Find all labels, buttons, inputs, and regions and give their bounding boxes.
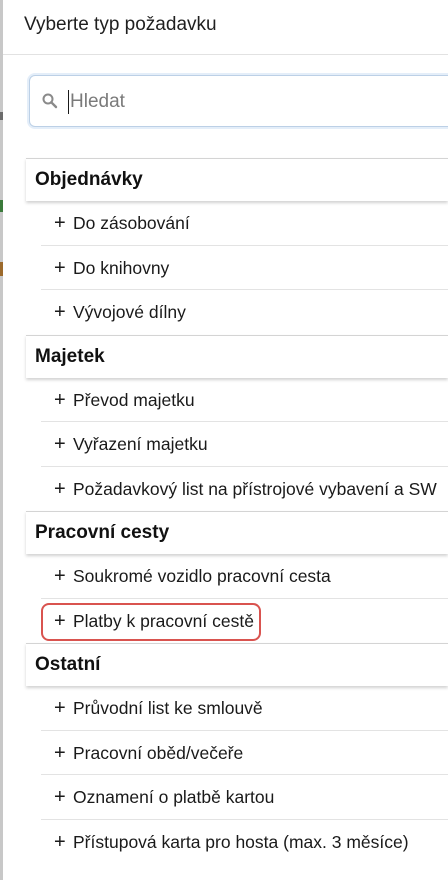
request-type-label: Oznamení o platbě kartou	[73, 787, 275, 807]
request-type-item[interactable]: + Pracovní oběd/večeře	[41, 731, 448, 775]
plus-icon: +	[54, 830, 66, 853]
request-type-item[interactable]: + Převod majetku	[41, 378, 448, 422]
section-title: Objednávky	[35, 169, 143, 190]
request-type-label: Vývojové dílny	[73, 302, 186, 322]
request-type-label: Platby k pracovní cestě	[73, 610, 254, 631]
request-type-item[interactable]: + Do knihovny	[41, 246, 448, 290]
request-type-item[interactable]: + Přístupová karta pro hosta (max. 3 měsí…	[41, 820, 448, 865]
search-input[interactable]	[70, 88, 430, 116]
request-type-label: Průvodní list ke smlouvě	[73, 698, 263, 718]
search-box[interactable]	[29, 75, 448, 127]
plus-icon: +	[54, 786, 66, 808]
request-type-item[interactable]: + Vyřazení majetku	[41, 422, 448, 467]
section-header: Majetek	[26, 334, 448, 378]
request-type-item[interactable]: + Soukromé vozidlo pracovní cesta	[41, 554, 448, 599]
plus-icon: +	[54, 212, 66, 234]
request-type-label: Do knihovny	[73, 257, 170, 278]
plus-icon: +	[54, 477, 66, 500]
request-type-label: Přístupová karta pro hosta (max. 3 měsíc…	[73, 831, 409, 852]
panel-title: Vyberte typ požadavku	[24, 14, 217, 35]
plus-icon: +	[54, 388, 66, 411]
request-type-panel: Vyberte typ požadavku Objednávky + Do záso…	[3, 0, 448, 880]
section-header: Objednávky	[26, 158, 448, 201]
request-type-label: Do zásobování	[73, 213, 190, 233]
request-type-item[interactable]: + Platby k pracovní cestě	[41, 599, 448, 644]
section-title: Pracovní cesty	[35, 522, 170, 543]
request-type-label: Požadavkový list na přístrojové vybavení…	[73, 478, 437, 499]
request-type-label: Převod majetku	[73, 389, 195, 410]
request-type-label: Vyřazení majetku	[73, 434, 208, 454]
plus-icon: +	[54, 565, 66, 587]
request-type-item[interactable]: + Průvodní list ke smlouvě	[41, 686, 448, 731]
request-type-list: Objednávky + Do zásobování + Do knihovny + Výv…	[3, 158, 448, 864]
section-header: Pracovní cesty	[26, 511, 448, 554]
section-header: Ostatní	[26, 643, 448, 686]
divider	[3, 54, 448, 55]
plus-icon: +	[54, 301, 66, 323]
request-type-item[interactable]: + Požadavkový list na přístrojové vybaven…	[41, 467, 448, 512]
plus-icon: +	[54, 697, 66, 719]
section-title: Ostatní	[35, 654, 101, 675]
search-icon	[42, 93, 58, 109]
plus-icon: +	[54, 256, 66, 279]
request-type-item[interactable]: + Do zásobování	[41, 201, 448, 246]
plus-icon: +	[54, 741, 66, 764]
plus-icon: +	[54, 433, 66, 455]
plus-icon: +	[54, 609, 66, 632]
request-type-label: Pracovní oběd/večeře	[73, 742, 244, 763]
text-caret	[68, 90, 69, 114]
request-type-item[interactable]: + Oznamení o platbě kartou	[41, 775, 448, 820]
request-type-item[interactable]: + Vývojové dílny	[41, 290, 448, 335]
section-title: Majetek	[35, 345, 105, 367]
request-type-label: Soukromé vozidlo pracovní cesta	[73, 566, 331, 586]
